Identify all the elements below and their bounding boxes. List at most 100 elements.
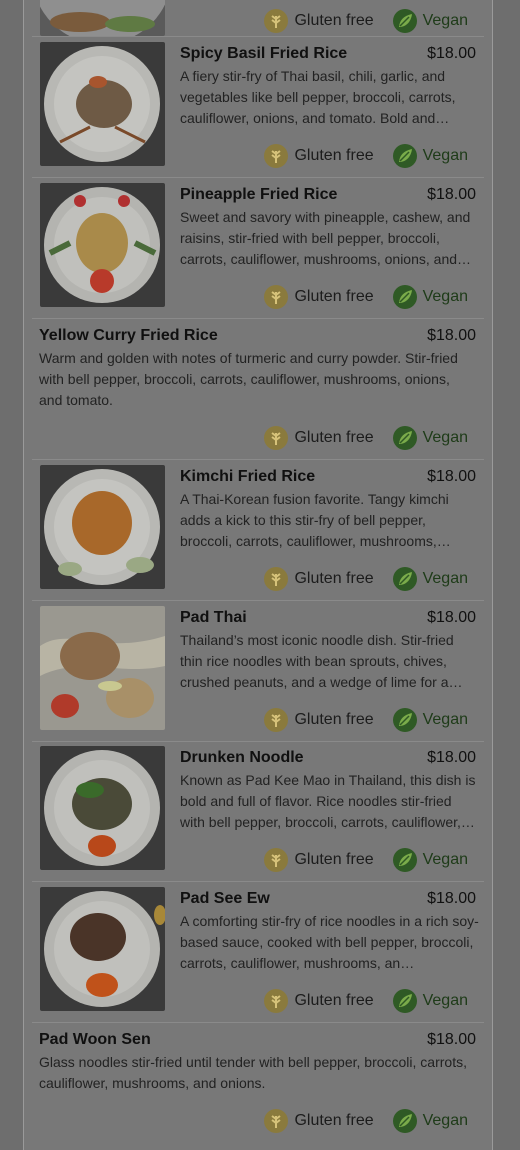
item-price: $18.00 (427, 890, 476, 907)
item-title: Pad Woon Sen (39, 1031, 151, 1048)
wheat-icon (264, 426, 289, 450)
vegan-badge: Vegan (392, 425, 468, 451)
item-description: Sweet and savory with pineapple, cashew,… (180, 209, 472, 267)
leaf-icon (392, 9, 417, 33)
leaf-icon (392, 285, 417, 309)
wheat-icon (264, 1109, 289, 1133)
gluten-free-label: Gluten free (294, 288, 374, 305)
item-price: $18.00 (427, 609, 476, 626)
item-title: Pad See Ew (180, 890, 270, 907)
gluten-free-badge: Gluten free (263, 284, 374, 310)
wheat-icon (264, 567, 289, 591)
leaf-icon (392, 989, 417, 1013)
menu-item[interactable]: Spicy Basil Fried Rice $18.00 A fiery st… (32, 37, 484, 178)
dish-photo (40, 0, 165, 36)
item-price: $18.00 (427, 45, 476, 62)
menu-item[interactable]: Kimchi Fried Rice $18.00 A Thai-Korean f… (32, 460, 484, 601)
menu-item[interactable]: Pad See Ew $18.00 A comforting stir-fry … (32, 882, 484, 1023)
menu-item[interactable]: Pineapple Fried Rice $18.00 Sweet and sa… (32, 178, 484, 319)
gluten-free-badge: Gluten free (263, 988, 374, 1014)
item-price: $18.00 (427, 327, 476, 344)
leaf-icon (392, 1109, 417, 1133)
vegan-label: Vegan (422, 12, 468, 29)
vegan-badge: Vegan (392, 707, 468, 733)
item-price: $18.00 (427, 749, 476, 766)
item-description: A fiery stir-fry of Thai basil, chili, g… (180, 68, 456, 126)
vegan-label: Vegan (422, 147, 468, 164)
item-title: Yellow Curry Fried Rice (39, 327, 218, 344)
leaf-icon (392, 567, 417, 591)
diet-badges: Gluten free Vegan (263, 8, 468, 34)
vegan-label: Vegan (422, 851, 468, 868)
vegan-badge: Vegan (392, 143, 468, 169)
gluten-free-badge: Gluten free (263, 143, 374, 169)
diet-badges: Gluten free Vegan (263, 284, 468, 310)
dish-photo (40, 606, 165, 730)
gluten-free-label: Gluten free (294, 851, 374, 868)
vegan-label: Vegan (422, 570, 468, 587)
diet-badges: Gluten free Vegan (263, 1108, 468, 1134)
gluten-free-label: Gluten free (294, 992, 374, 1009)
gluten-free-label: Gluten free (294, 570, 374, 587)
vegan-label: Vegan (422, 288, 468, 305)
menu-item[interactable]: Drunken Noodle $18.00 Known as Pad Kee M… (32, 741, 484, 882)
vegan-badge: Vegan (392, 8, 468, 34)
vegan-badge: Vegan (392, 284, 468, 310)
menu-item[interactable]: Pad Woon Sen $18.00 Glass noodles stir-f… (32, 1023, 484, 1133)
diet-badges: Gluten free Vegan (263, 847, 468, 873)
item-price: $18.00 (427, 1031, 476, 1048)
item-price: $18.00 (427, 186, 476, 203)
item-description: A Thai-Korean fusion favorite. Tangy kim… (180, 491, 451, 549)
gluten-free-label: Gluten free (294, 12, 374, 29)
dish-photo (40, 746, 165, 870)
item-description: A comforting stir-fry of rice noodles in… (180, 913, 479, 971)
gluten-free-badge: Gluten free (263, 8, 374, 34)
item-title: Pad Thai (180, 609, 247, 626)
vegan-label: Vegan (422, 711, 468, 728)
gluten-free-label: Gluten free (294, 147, 374, 164)
item-title: Spicy Basil Fried Rice (180, 45, 348, 62)
dish-photo (40, 887, 165, 1011)
dish-photo (40, 465, 165, 589)
vegan-label: Vegan (422, 429, 468, 446)
wheat-icon (264, 708, 289, 732)
menu-item-partial[interactable]: Gluten free Vegan (32, 0, 484, 37)
vegan-badge: Vegan (392, 566, 468, 592)
item-description: Thailand’s most iconic noodle dish. Stir… (180, 632, 463, 690)
item-title: Drunken Noodle (180, 749, 304, 766)
leaf-icon (392, 848, 417, 872)
diet-badges: Gluten free Vegan (263, 707, 468, 733)
item-price: $18.00 (427, 468, 476, 485)
dish-photo (40, 183, 165, 307)
gluten-free-badge: Gluten free (263, 425, 374, 451)
item-description: Warm and golden with notes of turmeric a… (39, 350, 458, 408)
menu-item[interactable]: Yellow Curry Fried Rice $18.00 Warm and … (32, 319, 484, 460)
gluten-free-badge: Gluten free (263, 566, 374, 592)
wheat-icon (264, 9, 289, 33)
diet-badges: Gluten free Vegan (263, 425, 468, 451)
wheat-icon (264, 989, 289, 1013)
gluten-free-label: Gluten free (294, 711, 374, 728)
item-description: Glass noodles stir-fried until tender wi… (39, 1054, 467, 1091)
vegan-label: Vegan (422, 1112, 468, 1129)
wheat-icon (264, 848, 289, 872)
item-title: Pineapple Fried Rice (180, 186, 338, 203)
diet-badges: Gluten free Vegan (263, 988, 468, 1014)
leaf-icon (392, 708, 417, 732)
menu-item[interactable]: Pad Thai $18.00 Thailand’s most iconic n… (32, 601, 484, 742)
dish-photo (40, 42, 165, 166)
gluten-free-label: Gluten free (294, 429, 374, 446)
vegan-badge: Vegan (392, 1108, 468, 1134)
item-description: Known as Pad Kee Mao in Thailand, this d… (180, 772, 476, 830)
wheat-icon (264, 285, 289, 309)
wheat-icon (264, 144, 289, 168)
diet-badges: Gluten free Vegan (263, 143, 468, 169)
gluten-free-label: Gluten free (294, 1112, 374, 1129)
item-title: Kimchi Fried Rice (180, 468, 316, 485)
gluten-free-badge: Gluten free (263, 707, 374, 733)
vegan-badge: Vegan (392, 847, 468, 873)
vegan-label: Vegan (422, 992, 468, 1009)
leaf-icon (392, 144, 417, 168)
diet-badges: Gluten free Vegan (263, 566, 468, 592)
leaf-icon (392, 426, 417, 450)
